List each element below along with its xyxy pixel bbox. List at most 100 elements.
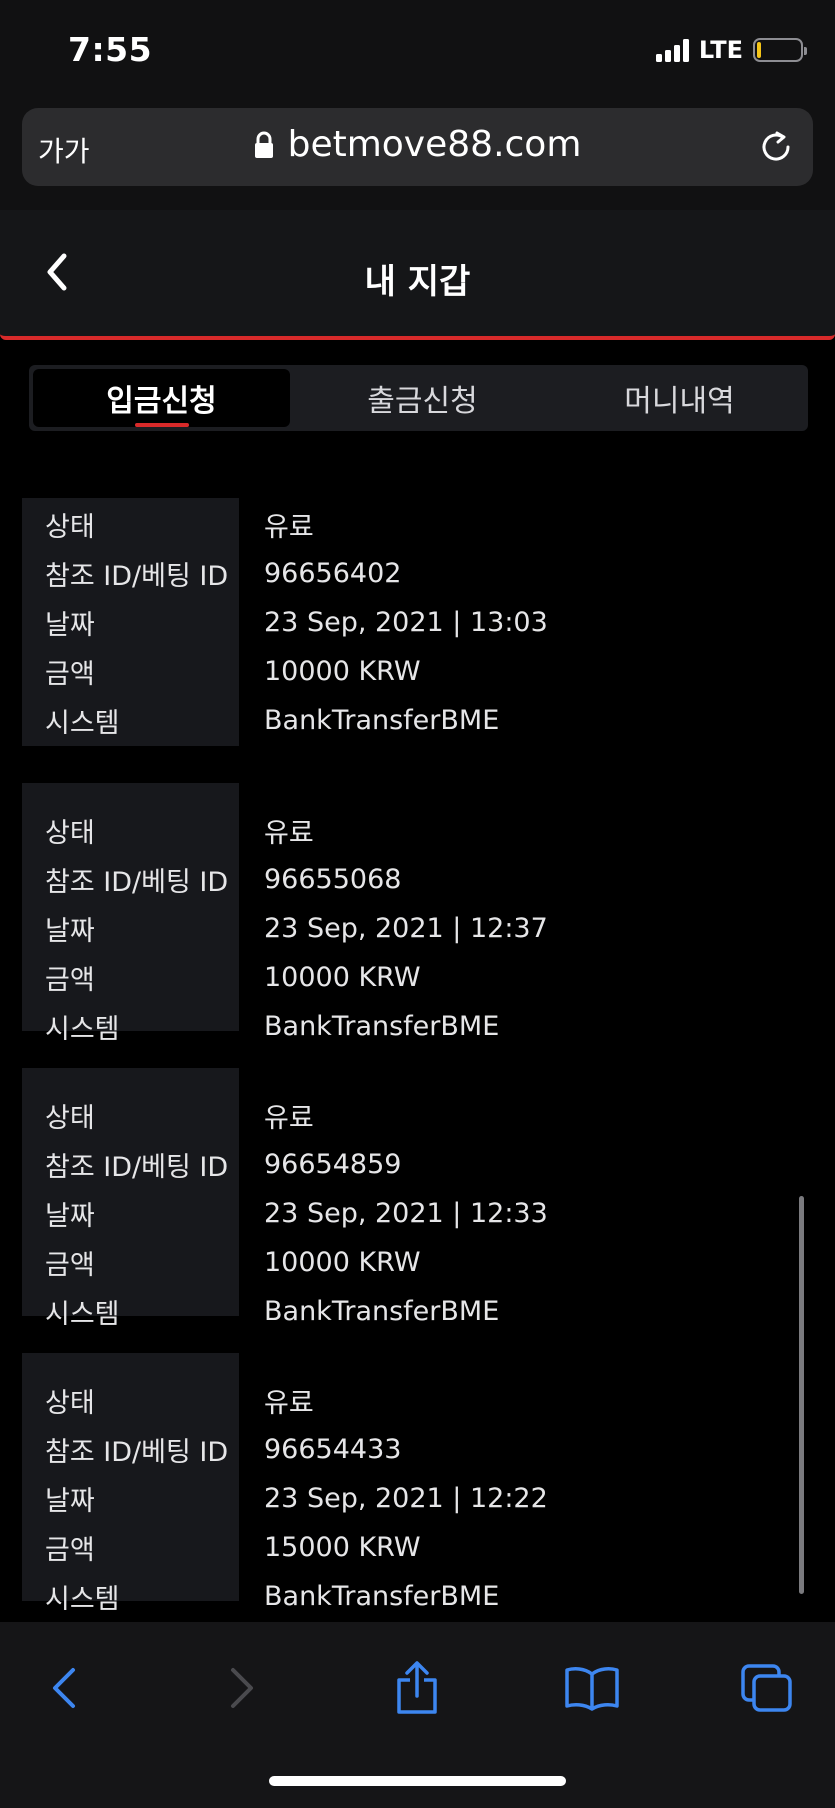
row-ref-id: 참조 ID/베팅 ID 96654859 [22, 1140, 802, 1189]
field-label: 참조 ID/베팅 ID [45, 1437, 229, 1468]
transaction-record: 상태 유료 참조 ID/베팅 ID 96655068 날짜 23 Sep, 2021 … [22, 783, 802, 1045]
system-value: BankTransferBME [264, 1011, 500, 1042]
date-value: 23 Sep, 2021 | 12:37 [264, 913, 548, 944]
status-value: 유료 [264, 1388, 314, 1419]
status-bar: 7:55 LTE [0, 0, 835, 100]
date-value: 23 Sep, 2021 | 12:22 [264, 1483, 548, 1514]
field-label: 날짜 [45, 916, 95, 947]
row-status: 상태 유료 [22, 1091, 802, 1140]
scrollbar[interactable] [799, 1196, 804, 1594]
transaction-list: 상태 유료 참조 ID/베팅 ID 96656402 날짜 23 Sep, 2021 … [22, 498, 802, 1638]
system-value: BankTransferBME [264, 1296, 500, 1327]
field-label: 상태 [45, 1103, 95, 1134]
share-button[interactable] [387, 1658, 447, 1718]
bookmarks-button[interactable] [562, 1658, 622, 1718]
row-system: 시스템 BankTransferBME [22, 1572, 802, 1621]
row-system: 시스템 BankTransferBME [22, 1002, 802, 1051]
address-bar[interactable]: 가가 betmove88.com [22, 108, 813, 186]
row-date: 날짜 23 Sep, 2021 | 12:33 [22, 1189, 802, 1238]
row-amount: 금액 15000 KRW [22, 1523, 802, 1572]
page-title: 내 지갑 [364, 262, 471, 302]
transaction-record: 상태 유료 참조 ID/베팅 ID 96654859 날짜 23 Sep, 2021 … [22, 1068, 802, 1330]
browser-address-area: 가가 betmove88.com [0, 100, 835, 210]
row-status: 상태 유료 [22, 1376, 802, 1425]
tabs-button[interactable] [737, 1658, 797, 1718]
field-label: 상태 [45, 512, 95, 543]
home-indicator [269, 1776, 566, 1786]
row-ref-id: 참조 ID/베팅 ID 96656402 [22, 549, 802, 598]
back-button[interactable] [34, 1658, 94, 1718]
url-display[interactable]: betmove88.com [22, 124, 813, 165]
amount-value: 15000 KRW [264, 1532, 421, 1563]
tab-withdraw-request[interactable]: 출금신청 [294, 365, 551, 431]
system-value: BankTransferBME [264, 705, 500, 736]
field-label: 날짜 [45, 1486, 95, 1517]
field-label: 시스템 [45, 1014, 120, 1045]
back-icon [53, 1668, 75, 1708]
row-status: 상태 유료 [22, 806, 802, 855]
row-date: 날짜 23 Sep, 2021 | 13:03 [22, 598, 802, 647]
row-amount: 금액 10000 KRW [22, 953, 802, 1002]
transaction-record: 상태 유료 참조 ID/베팅 ID 96654433 날짜 23 Sep, 2021 … [22, 1353, 802, 1615]
date-value: 23 Sep, 2021 | 12:33 [264, 1198, 548, 1229]
status-indicators: LTE [655, 36, 807, 64]
row-system: 시스템 BankTransferBME [22, 1287, 802, 1336]
field-label: 금액 [45, 1535, 95, 1566]
tab-money-history[interactable]: 머니내역 [551, 365, 808, 431]
status-value: 유료 [264, 512, 314, 543]
row-ref-id: 참조 ID/베팅 ID 96654433 [22, 1425, 802, 1474]
network-label: LTE [698, 36, 743, 64]
wallet-tabs: 입금신청 출금신청 머니내역 [29, 365, 808, 431]
tab-deposit-request[interactable]: 입금신청 [33, 369, 290, 427]
status-value: 유료 [264, 1103, 314, 1134]
field-label: 참조 ID/베팅 ID [45, 561, 229, 592]
ref-id-value: 96656402 [264, 558, 402, 589]
ref-id-value: 96654433 [264, 1434, 402, 1465]
battery-icon [753, 38, 807, 62]
system-value: BankTransferBME [264, 1581, 500, 1612]
app-header: 내 지갑 [0, 210, 835, 340]
amount-value: 10000 KRW [264, 962, 421, 993]
forward-button[interactable] [212, 1658, 272, 1718]
field-label: 참조 ID/베팅 ID [45, 867, 229, 898]
field-label: 시스템 [45, 1584, 120, 1615]
reload-icon[interactable] [757, 128, 795, 166]
tab-label: 입금신청 [106, 384, 217, 419]
field-label: 금액 [45, 1250, 95, 1281]
date-value: 23 Sep, 2021 | 13:03 [264, 607, 548, 638]
amount-value: 10000 KRW [264, 656, 421, 687]
field-label: 시스템 [45, 1299, 120, 1330]
bookmarks-icon [565, 1667, 619, 1711]
url-text: betmove88.com [287, 124, 582, 165]
row-amount: 금액 10000 KRW [22, 1238, 802, 1287]
tab-label: 출금신청 [367, 384, 478, 419]
field-label: 금액 [45, 659, 95, 690]
forward-icon [231, 1668, 253, 1708]
field-label: 참조 ID/베팅 ID [45, 1152, 229, 1183]
field-label: 상태 [45, 818, 95, 849]
row-status: 상태 유료 [22, 500, 802, 549]
tab-label: 머니내역 [624, 384, 735, 419]
field-label: 날짜 [45, 1201, 95, 1232]
field-label: 날짜 [45, 610, 95, 641]
status-time: 7:55 [68, 30, 153, 69]
amount-value: 10000 KRW [264, 1247, 421, 1278]
field-label: 상태 [45, 1388, 95, 1419]
row-amount: 금액 10000 KRW [22, 647, 802, 696]
tabs-icon [741, 1664, 792, 1712]
active-tab-indicator [134, 423, 189, 427]
status-value: 유료 [264, 818, 314, 849]
row-date: 날짜 23 Sep, 2021 | 12:22 [22, 1474, 802, 1523]
transaction-record: 상태 유료 참조 ID/베팅 ID 96656402 날짜 23 Sep, 2021 … [22, 498, 802, 746]
row-date: 날짜 23 Sep, 2021 | 12:37 [22, 904, 802, 953]
share-icon [397, 1661, 437, 1714]
ref-id-value: 96654859 [264, 1149, 402, 1180]
ref-id-value: 96655068 [264, 864, 402, 895]
lock-icon [254, 131, 273, 158]
row-system: 시스템 BankTransferBME [22, 696, 802, 745]
signal-icon [655, 38, 689, 62]
field-label: 금액 [45, 965, 95, 996]
browser-toolbar [0, 1622, 835, 1808]
field-label: 시스템 [45, 708, 120, 739]
row-ref-id: 참조 ID/베팅 ID 96655068 [22, 855, 802, 904]
